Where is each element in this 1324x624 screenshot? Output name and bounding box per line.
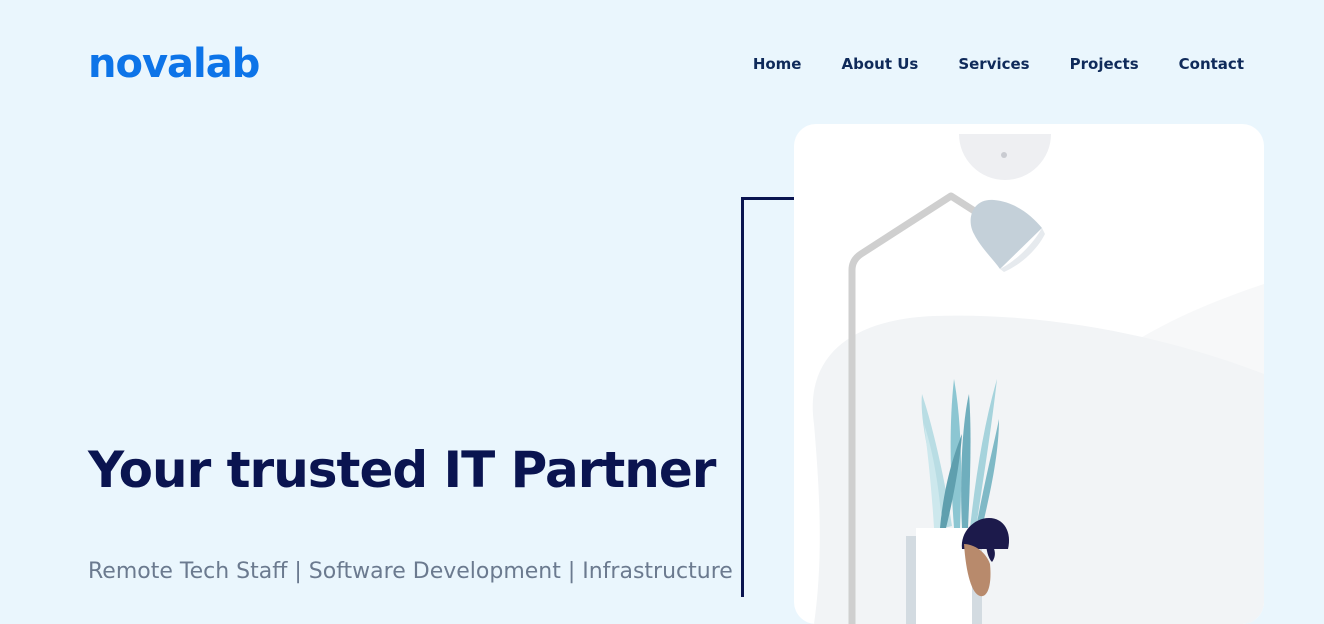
hero-subtitle: Remote Tech Staff | Software Development…	[88, 559, 733, 584]
hero-illustration-card	[794, 124, 1264, 624]
hero-illustration	[812, 134, 1264, 624]
novalab-logo[interactable]: novalab	[88, 38, 260, 90]
main-nav: Home About Us Services Projects Contact	[753, 52, 1244, 76]
nav-contact[interactable]: Contact	[1179, 52, 1244, 76]
decorative-frame	[741, 197, 797, 597]
ceiling-light-icon	[959, 134, 1051, 180]
hero-title: Your trusted IT Partner	[88, 441, 716, 499]
nav-home[interactable]: Home	[753, 52, 802, 76]
nav-projects[interactable]: Projects	[1070, 52, 1139, 76]
nav-services[interactable]: Services	[958, 52, 1029, 76]
nav-about-us[interactable]: About Us	[841, 52, 918, 76]
